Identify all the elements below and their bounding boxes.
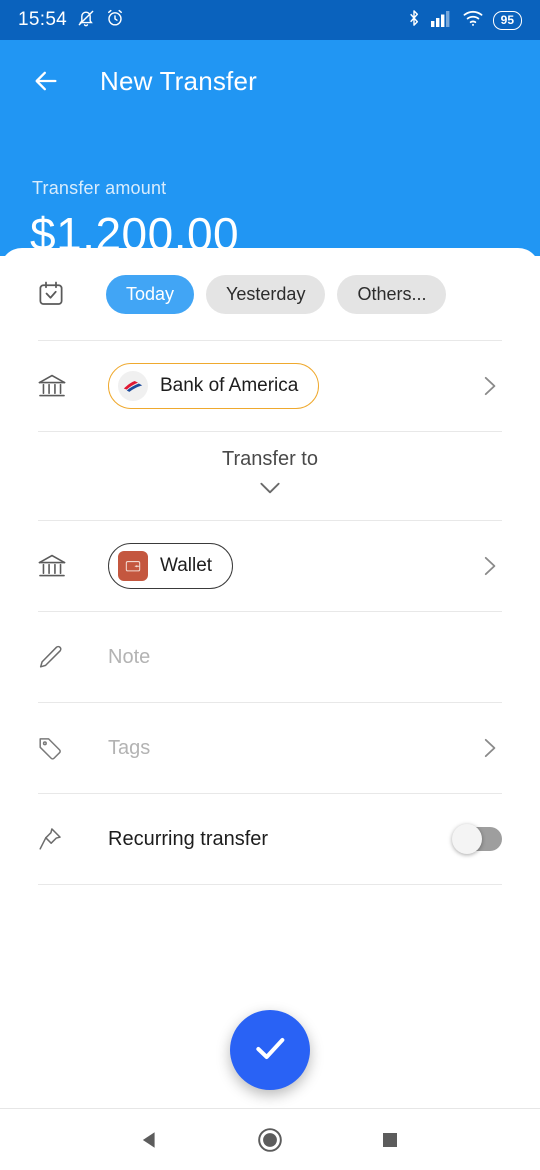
divider bbox=[38, 884, 502, 885]
toggle-knob bbox=[452, 824, 482, 854]
note-input[interactable]: Note bbox=[108, 646, 150, 669]
tags-input[interactable]: Tags bbox=[108, 737, 150, 760]
transfer-to-label: Transfer to bbox=[222, 448, 318, 470]
chip-yesterday[interactable]: Yesterday bbox=[206, 274, 326, 314]
from-account-chip[interactable]: Bank of America bbox=[108, 363, 320, 409]
to-account-label: Wallet bbox=[160, 555, 213, 576]
phone-screen: 15:54 95 New Transfer Transfer amount $1… bbox=[0, 0, 540, 1170]
chip-others[interactable]: Others... bbox=[337, 274, 447, 314]
to-account-chip[interactable]: Wallet bbox=[108, 543, 234, 589]
cellular-signal-icon bbox=[430, 9, 453, 32]
bank-icon bbox=[36, 550, 82, 582]
bank-of-america-logo-icon bbox=[118, 371, 148, 401]
header-top-bar: New Transfer bbox=[0, 40, 540, 122]
tag-icon bbox=[36, 734, 82, 762]
to-account-row[interactable]: Wallet bbox=[0, 521, 540, 611]
check-icon bbox=[250, 1028, 290, 1073]
circle-home-icon[interactable] bbox=[240, 1110, 300, 1170]
chevron-right-icon[interactable] bbox=[476, 553, 502, 579]
tags-row[interactable]: Tags bbox=[0, 703, 540, 793]
transfer-to-section: Transfer to bbox=[0, 432, 540, 520]
recurring-transfer-row[interactable]: Recurring transfer bbox=[0, 794, 540, 884]
chevron-right-icon[interactable] bbox=[476, 373, 502, 399]
app-header: New Transfer Transfer amount $1,200.00 bbox=[0, 40, 540, 260]
status-bar-left: 15:54 bbox=[18, 8, 125, 33]
pencil-icon bbox=[36, 643, 82, 671]
page-title: New Transfer bbox=[100, 65, 258, 96]
square-recents-icon[interactable] bbox=[360, 1110, 420, 1170]
recurring-transfer-toggle[interactable] bbox=[452, 824, 502, 854]
mute-bell-icon bbox=[76, 8, 96, 33]
status-bar: 15:54 95 bbox=[0, 0, 540, 40]
chevron-down-icon[interactable] bbox=[0, 471, 540, 497]
arrow-left-icon[interactable] bbox=[26, 61, 66, 101]
date-chip-group: Today Yesterday Others... bbox=[106, 274, 447, 314]
triangle-back-icon[interactable] bbox=[120, 1110, 180, 1170]
from-account-label: Bank of America bbox=[160, 375, 299, 396]
note-row[interactable]: Note bbox=[0, 612, 540, 702]
battery-indicator: 95 bbox=[492, 10, 522, 30]
from-account-row[interactable]: Bank of America bbox=[0, 341, 540, 431]
chip-today[interactable]: Today bbox=[106, 274, 195, 314]
status-bar-right: 95 bbox=[406, 8, 522, 33]
calendar-check-icon bbox=[36, 279, 82, 309]
pushpin-icon bbox=[36, 825, 82, 853]
date-row: Today Yesterday Others... bbox=[0, 248, 540, 340]
transfer-amount-label: Transfer amount bbox=[32, 178, 167, 198]
wallet-icon bbox=[118, 551, 148, 581]
status-bar-clock: 15:54 bbox=[18, 9, 68, 30]
bank-icon bbox=[36, 370, 82, 402]
alarm-clock-icon bbox=[105, 8, 125, 33]
wifi-icon bbox=[462, 9, 484, 32]
bluetooth-icon bbox=[406, 8, 422, 33]
android-nav-bar bbox=[0, 1108, 540, 1170]
confirm-button[interactable] bbox=[230, 1010, 310, 1090]
form-card: Today Yesterday Others... Bank of Americ… bbox=[0, 248, 540, 1110]
chevron-right-icon[interactable] bbox=[476, 735, 502, 761]
recurring-transfer-label: Recurring transfer bbox=[108, 827, 269, 850]
